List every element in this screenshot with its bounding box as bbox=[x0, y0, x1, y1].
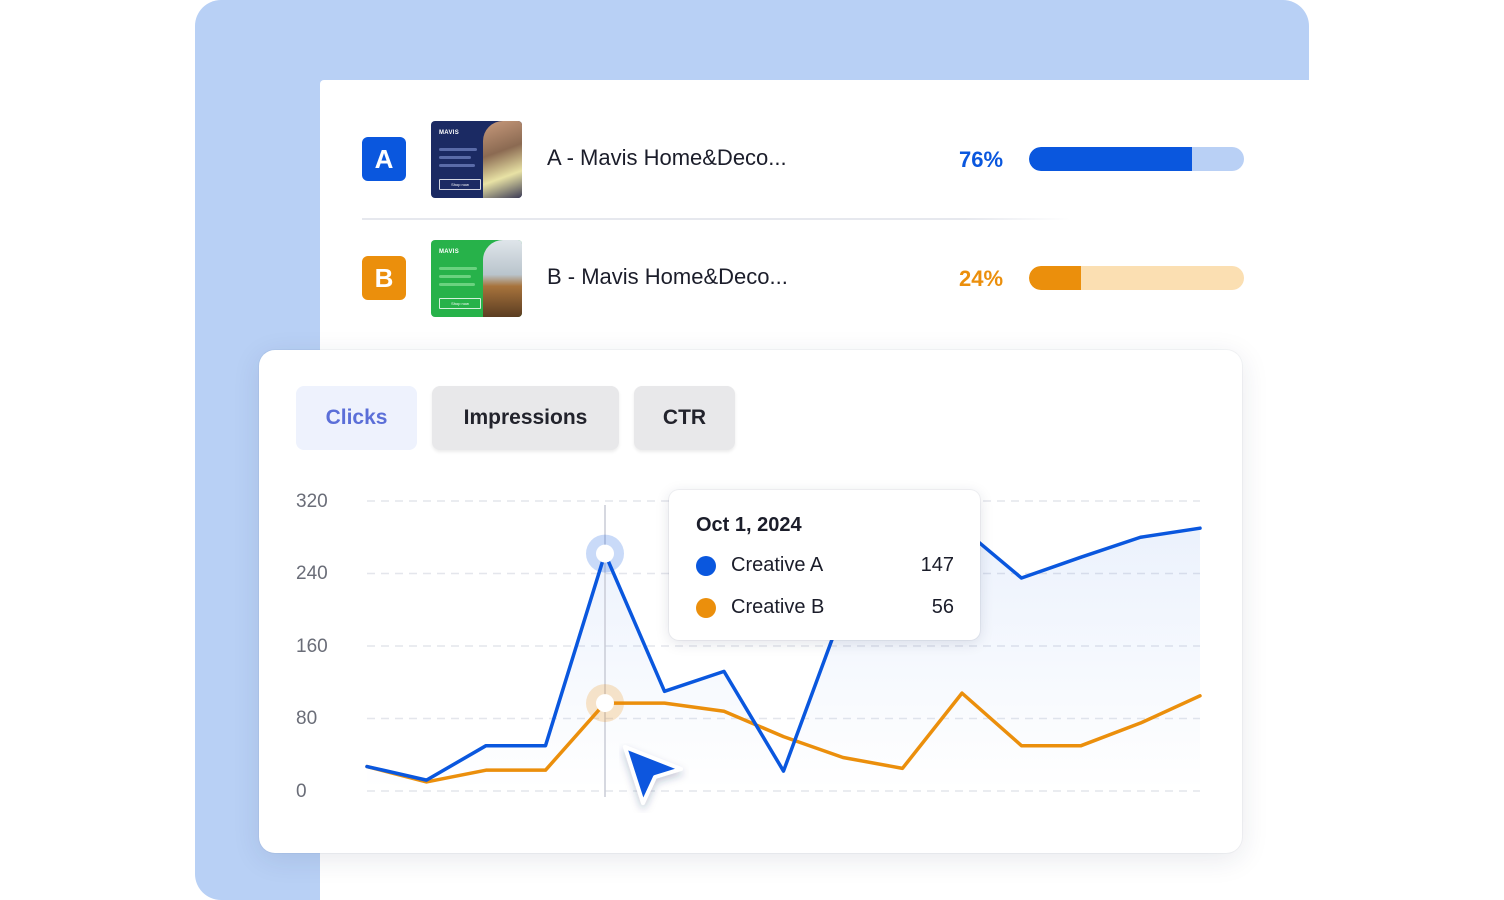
thumbnail-text-line bbox=[439, 283, 475, 286]
thumbnail-photo bbox=[483, 240, 522, 317]
thumbnail-cta: Shop now bbox=[439, 179, 481, 190]
thumbnail-brand-logo: MAVIS bbox=[439, 249, 459, 255]
variant-share-bar-b bbox=[1029, 266, 1244, 290]
tooltip-series-value: 56 bbox=[932, 596, 954, 619]
variant-share-bar-a bbox=[1029, 147, 1244, 171]
share-bar-fill bbox=[1029, 266, 1081, 290]
variant-badge-b: B bbox=[362, 256, 406, 300]
mouse-pointer-icon bbox=[619, 743, 689, 813]
performance-chart-card: Clicks Impressions CTR 320 240 160 80 0 … bbox=[259, 350, 1242, 853]
thumbnail-text-line bbox=[439, 275, 471, 278]
tooltip-row-creative-a: Creative A 147 bbox=[696, 554, 954, 578]
thumbnail-text-line bbox=[439, 156, 471, 159]
chart-tooltip: Oct 1, 2024 Creative A 147 Creative B 56 bbox=[669, 490, 980, 640]
variant-title-a[interactable]: A - Mavis Home&Deco... bbox=[547, 145, 787, 171]
legend-dot-icon bbox=[696, 556, 716, 576]
hover-point-creative-a bbox=[596, 545, 614, 563]
creative-thumbnail-b[interactable]: MAVIS Shop now bbox=[431, 240, 522, 317]
thumbnail-cta: Shop now bbox=[439, 298, 481, 309]
hover-point-creative-b bbox=[596, 694, 614, 712]
thumbnail-photo bbox=[483, 121, 522, 198]
thumbnail-text-line bbox=[439, 164, 475, 167]
row-divider bbox=[362, 218, 1070, 220]
share-bar-fill bbox=[1029, 147, 1192, 171]
variant-percent-a: 76% bbox=[959, 147, 1003, 173]
thumbnail-text-line bbox=[439, 148, 477, 151]
tooltip-series-value: 147 bbox=[921, 554, 954, 577]
tooltip-series-label: Creative A bbox=[731, 554, 823, 577]
thumbnail-brand-logo: MAVIS bbox=[439, 130, 459, 136]
thumbnail-text-line bbox=[439, 267, 477, 270]
creative-thumbnail-a[interactable]: MAVIS Shop now bbox=[431, 121, 522, 198]
variant-row-b[interactable]: B MAVIS Shop now B - Mavis Home&Deco... … bbox=[362, 238, 1262, 318]
variant-percent-b: 24% bbox=[959, 266, 1003, 292]
tooltip-date: Oct 1, 2024 bbox=[696, 514, 802, 537]
tooltip-series-label: Creative B bbox=[731, 596, 824, 619]
legend-dot-icon bbox=[696, 598, 716, 618]
variant-title-b[interactable]: B - Mavis Home&Deco... bbox=[547, 264, 788, 290]
variant-row-a[interactable]: A MAVIS Shop now A - Mavis Home&Deco... … bbox=[362, 119, 1262, 199]
tooltip-row-creative-b: Creative B 56 bbox=[696, 596, 954, 620]
variant-badge-a: A bbox=[362, 137, 406, 181]
